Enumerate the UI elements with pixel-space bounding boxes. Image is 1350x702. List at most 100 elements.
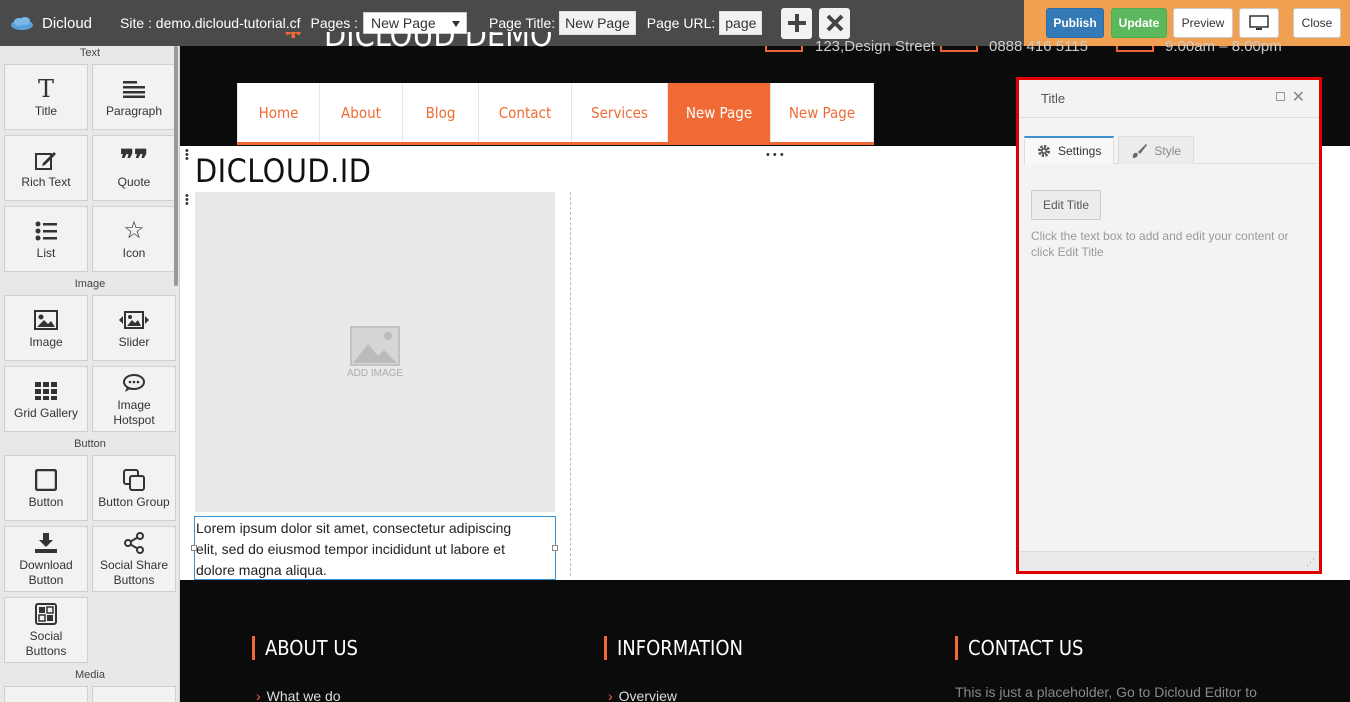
section-text-label: Text (79, 47, 101, 59)
widget-button-label: Button (28, 494, 64, 509)
rich-text-block[interactable]: Lorem ipsum dolor sit amet, consectetur … (194, 516, 556, 580)
widget-sidebar: Text T Title Paragraph Rich Text ❞❞ Quot… (0, 46, 180, 702)
app-logo: Dicloud (10, 15, 110, 32)
widget-list-label: List (36, 245, 56, 260)
nav-contact[interactable]: Contact (479, 83, 572, 142)
chevron-right-icon: › (256, 688, 261, 702)
footer-info-title: INFORMATION (604, 636, 743, 660)
page-heading[interactable]: DICLOUD.ID (195, 152, 371, 190)
widget-icon[interactable]: ☆ Icon (92, 206, 176, 272)
address-icon-box (765, 46, 803, 52)
widget-button[interactable]: Button (4, 455, 88, 521)
edit-title-button[interactable]: Edit Title (1031, 190, 1101, 220)
widget-slider-label: Slider (118, 334, 150, 349)
download-label-line1: Download (19, 558, 73, 572)
row-drag-handle[interactable]: • • • (185, 146, 189, 165)
widget-rich-text[interactable]: Rich Text (4, 135, 88, 201)
paragraph-icon (123, 76, 145, 102)
share-icon (123, 530, 145, 556)
social-share-label-line1: Social Share (99, 558, 169, 572)
widget-image-hotspot[interactable]: Image Hotspot (92, 366, 176, 432)
app-name: Dicloud (42, 14, 93, 32)
site-logo-partial: ✱ DICLOUD DEMO (284, 32, 564, 52)
widget-media-2[interactable] (92, 686, 176, 702)
panel-header: Title ✕ (1019, 80, 1319, 118)
widget-download-button[interactable]: Download Button (4, 526, 88, 592)
widget-social-share[interactable]: Social Share Buttons (92, 526, 176, 592)
social-icon (35, 601, 57, 627)
widget-grid-gallery[interactable]: Grid Gallery (4, 366, 88, 432)
title-icon: T (37, 74, 54, 103)
resize-grip-icon[interactable]: ⋰ (1306, 557, 1315, 568)
add-image-icon (350, 325, 400, 366)
panel-tabs: Settings Style (1024, 136, 1316, 164)
social-label-line2: Buttons (25, 644, 67, 658)
hours-icon-box (1116, 46, 1154, 52)
nav-home[interactable]: Home (237, 83, 320, 142)
widget-download-label: Download Button (19, 558, 72, 588)
tab-style-label: Style (1154, 143, 1182, 158)
column-divider (570, 192, 571, 576)
widget-image-hotspot-label: Image Hotspot (113, 398, 154, 428)
widget-media-1[interactable] (4, 686, 88, 702)
grid-icon (35, 378, 57, 404)
hours-text: 9:00am – 8:00pm (1165, 38, 1282, 55)
logo-mark-icon: ✱ (284, 32, 302, 44)
tab-style[interactable]: Style (1118, 136, 1195, 164)
nav-services[interactable]: Services (572, 83, 668, 142)
section-button-label: Button (74, 438, 106, 450)
footer-contact-text: This is just a placeholder, Go to Diclou… (955, 684, 1257, 700)
widget-paragraph-label: Paragraph (105, 103, 163, 118)
footer-about-link-text: What we do (266, 688, 341, 702)
column-drag-handle[interactable]: • • • (185, 191, 189, 210)
widget-quote[interactable]: ❞❞ Quote (92, 135, 176, 201)
address-text: 123,Design Street (815, 38, 936, 55)
widget-list[interactable]: List (4, 206, 88, 272)
widget-rich-text-label: Rich Text (21, 174, 71, 189)
footer-about-link[interactable]: › What we do (256, 688, 341, 702)
widget-paragraph[interactable]: Paragraph (92, 64, 176, 130)
image-placeholder[interactable]: ADD IMAGE (195, 192, 555, 512)
add-image-caption: ADD IMAGE (346, 367, 404, 379)
brush-icon (1133, 143, 1148, 158)
section-handle[interactable]: • • • (766, 150, 784, 161)
copy-icon (123, 467, 145, 493)
gear-icon (1038, 145, 1050, 157)
resize-handle-right[interactable] (552, 545, 558, 551)
phone-icon-box (940, 46, 978, 52)
sidebar-scrollbar[interactable] (174, 46, 178, 286)
nav-new-page-active[interactable]: New Page (668, 83, 771, 142)
widget-title-label: Title (34, 103, 58, 118)
hotspot-label-line1: Image (117, 398, 151, 412)
social-label-line1: Social (29, 629, 63, 643)
footer-info-link-text: Overview (618, 688, 678, 702)
widget-social-share-label: Social Share Buttons (100, 558, 168, 588)
close-icon[interactable]: ✕ (1292, 87, 1305, 107)
widget-button-group-label: Button Group (98, 494, 170, 509)
social-share-label-line2: Buttons (113, 573, 155, 587)
image-icon (34, 307, 58, 333)
widget-icon-label: Icon (122, 245, 146, 260)
nav-about[interactable]: About (320, 83, 403, 142)
restore-icon[interactable] (1276, 92, 1285, 101)
widget-slider[interactable]: Slider (92, 295, 176, 361)
nav-blog[interactable]: Blog (403, 83, 479, 142)
panel-help-text: Click the text box to add and edit your … (1031, 229, 1289, 259)
footer-about-title: ABOUT US (252, 636, 358, 660)
square-icon (35, 467, 57, 493)
quote-icon: ❞❞ (120, 144, 148, 175)
settings-panel: Title ✕ Settings Style Edit Title Click … (1016, 77, 1322, 574)
widget-social-buttons[interactable]: Social Buttons (4, 597, 88, 663)
widget-title[interactable]: T Title (4, 64, 88, 130)
nav-new-page[interactable]: New Page (771, 83, 874, 142)
download-label-line2: Button (28, 573, 64, 587)
site-nav: Home About Blog Contact Services New Pag… (237, 83, 874, 145)
star-icon: ☆ (123, 217, 145, 244)
widget-social-buttons-label: Social Buttons (26, 629, 67, 659)
widget-button-group[interactable]: Button Group (92, 455, 176, 521)
resize-handle-left[interactable] (191, 545, 197, 551)
footer-info-link[interactable]: › Overview (608, 688, 677, 702)
widget-image[interactable]: Image (4, 295, 88, 361)
site-logo-text: DICLOUD DEMO (324, 32, 553, 52)
tab-settings[interactable]: Settings (1024, 136, 1115, 164)
